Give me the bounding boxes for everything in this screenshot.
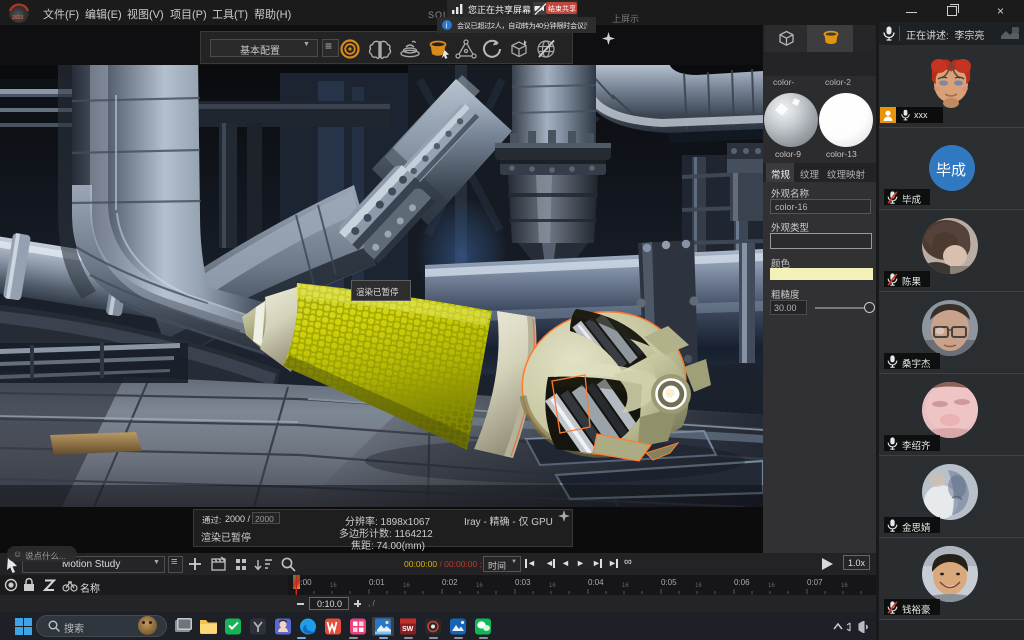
svg-text:16: 16 bbox=[330, 583, 337, 589]
svg-text:SW: SW bbox=[402, 626, 414, 633]
svg-text:16: 16 bbox=[695, 583, 702, 589]
svg-text:16: 16 bbox=[403, 583, 410, 589]
svg-text:16: 16 bbox=[841, 583, 848, 589]
svg-text:16: 16 bbox=[549, 583, 556, 589]
svg-text:16: 16 bbox=[476, 583, 483, 589]
svg-text:16: 16 bbox=[768, 583, 775, 589]
svg-text:16: 16 bbox=[622, 583, 629, 589]
